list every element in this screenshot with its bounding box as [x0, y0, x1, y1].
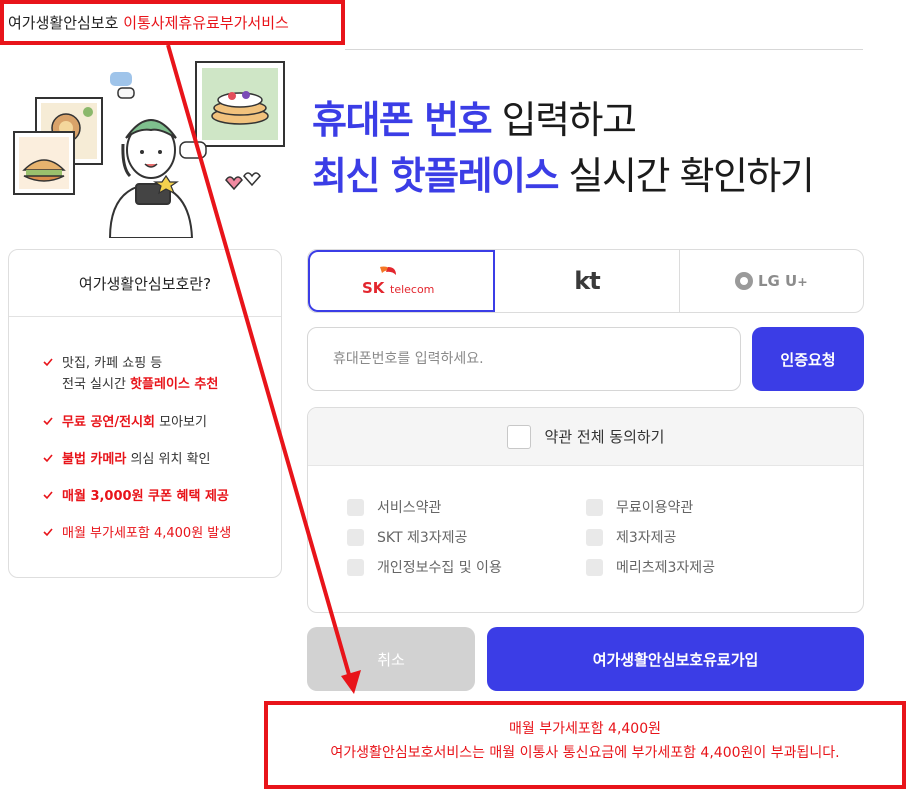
lguplus-text: LG U [757, 272, 798, 290]
tab-skt[interactable]: SK telecom [308, 250, 496, 312]
term-privacy[interactable]: 개인정보수집 및 이용 [347, 558, 586, 576]
term-third-party[interactable]: 제3자제공 [586, 528, 825, 546]
term-checkbox[interactable] [586, 528, 603, 546]
benefit-item: 매월 부가세포함 4,400원 발생 [42, 523, 281, 544]
term-skt-third-party[interactable]: SKT 제3자제공 [347, 528, 586, 546]
agree-all-row[interactable]: 약관 전체 동의하기 [308, 408, 863, 466]
benefit-item: 맛집, 카페 쇼핑 등 전국 실시간 핫플레이스 추천 [42, 353, 281, 395]
fee-note: 매월 부가세포함 4,400원 발생 [62, 526, 232, 541]
lguplus-logo: LG U + [734, 272, 808, 290]
check-icon [43, 491, 53, 500]
service-type: 이통사제휴유료부가서비스 [123, 14, 289, 32]
headline-accent-1: 휴대폰 번호 [312, 98, 493, 142]
skt-logo: SK telecom [362, 266, 434, 297]
headline-accent-2: 최신 핫플레이스 [312, 154, 559, 198]
agree-all-checkbox[interactable] [506, 424, 531, 449]
benefit-item: 매월 3,000원 쿠폰 혜택 제공 [42, 486, 281, 507]
check-icon [43, 417, 53, 426]
headline-rest-2: 실시간 확인하기 [557, 154, 815, 198]
phone-number-input[interactable] [307, 327, 741, 391]
chat-bubble-icon [110, 72, 132, 86]
headline-rest-1: 입력하고 [491, 98, 637, 142]
cancel-button[interactable]: 취소 [307, 627, 475, 691]
check-icon [43, 454, 53, 463]
benefit-highlight: 매월 3,000원 쿠폰 혜택 제공 [62, 489, 229, 504]
benefit-text: 의심 위치 확인 [126, 452, 211, 467]
paid-signup-button[interactable]: 여가생활안심보호유료가입 [487, 627, 864, 691]
kt-logo: kt [574, 267, 600, 295]
dessert-card-icon [195, 61, 285, 147]
fee-notice-box: 매월 부가세포함 4,400원 여가생활안심보호서비스는 매월 이통사 통신요금… [264, 701, 906, 789]
term-checkbox[interactable] [586, 498, 603, 516]
tab-kt[interactable]: kt [495, 250, 680, 312]
service-label: 여가생활안심보호 이통사제휴유료부가서비스 [8, 12, 289, 33]
heart-outline-icon [243, 172, 261, 187]
heart-icon [225, 176, 243, 191]
check-icon [43, 358, 53, 367]
benefit-highlight: 불법 카메라 [62, 452, 127, 467]
fee-notice-line-2: 여가생활안심보호서비스는 매월 이통사 통신요금에 부가세포함 4,400원이 … [330, 745, 840, 761]
term-checkbox[interactable] [347, 498, 364, 516]
lg-circle-icon [734, 272, 753, 290]
benefit-line: 맛집, 카페 쇼핑 등 [62, 356, 163, 371]
term-meritz-third-party[interactable]: 메리츠제3자제공 [586, 558, 825, 576]
benefit-text: 모아보기 [155, 415, 207, 430]
benefit-item: 무료 공연/전시회 모아보기 [42, 412, 281, 433]
skt-sk-text: SK [362, 279, 386, 297]
verify-request-button[interactable]: 인증요청 [752, 327, 864, 391]
agree-all-label: 약관 전체 동의하기 [544, 428, 665, 446]
terms-list: 서비스약관 무료이용약관 SKT 제3자제공 제3자제공 개인정보수집 및 이용… [308, 466, 863, 576]
info-card-title: 여가생활안심보호란? [9, 250, 281, 317]
service-info-card: 여가생활안심보호란? 맛집, 카페 쇼핑 등 전국 실시간 핫플레이스 추천 무… [8, 249, 282, 578]
service-name: 여가생활안심보호 [8, 14, 119, 32]
carrier-tabs: SK telecom kt LG U + [307, 249, 864, 313]
check-icon [43, 528, 53, 537]
person-illustration [108, 119, 194, 238]
term-label: 개인정보수집 및 이용 [377, 560, 502, 576]
term-label: 서비스약관 [377, 500, 442, 516]
lguplus-plus: + [797, 273, 808, 289]
benefit-item: 불법 카메라 의심 위치 확인 [42, 449, 281, 470]
term-label: 메리츠제3자제공 [616, 560, 716, 576]
header-divider [345, 49, 863, 50]
term-label: 제3자제공 [616, 530, 677, 546]
sandwich-card-icon [13, 131, 75, 195]
term-checkbox[interactable] [586, 558, 603, 576]
term-service[interactable]: 서비스약관 [347, 498, 586, 516]
term-checkbox[interactable] [347, 558, 364, 576]
page-headline: 휴대폰 번호 입력하고 최신 핫플레이스 실시간 확인하기 [312, 92, 815, 204]
tab-lguplus[interactable]: LG U + [680, 250, 863, 312]
benefit-text: 전국 실시간 [62, 377, 131, 392]
chat-bubble-icon [179, 141, 207, 159]
benefit-highlight: 핫플레이스 추천 [130, 377, 219, 392]
benefit-list: 맛집, 카페 쇼핑 등 전국 실시간 핫플레이스 추천 무료 공연/전시회 모아… [9, 353, 281, 544]
fee-notice-line-1: 매월 부가세포함 4,400원 [508, 721, 662, 737]
term-label: SKT 제3자제공 [377, 530, 468, 546]
skt-telecom-text: telecom [390, 283, 434, 296]
benefit-line: 전국 실시간 핫플레이스 추천 [62, 374, 281, 395]
term-checkbox[interactable] [347, 528, 364, 546]
term-label: 무료이용약관 [616, 500, 694, 516]
term-free-use[interactable]: 무료이용약관 [586, 498, 825, 516]
hero-illustration [13, 61, 285, 238]
terms-panel: 약관 전체 동의하기 서비스약관 무료이용약관 SKT 제3자제공 제3자제공 … [307, 407, 864, 613]
benefit-highlight: 무료 공연/전시회 [62, 415, 155, 430]
